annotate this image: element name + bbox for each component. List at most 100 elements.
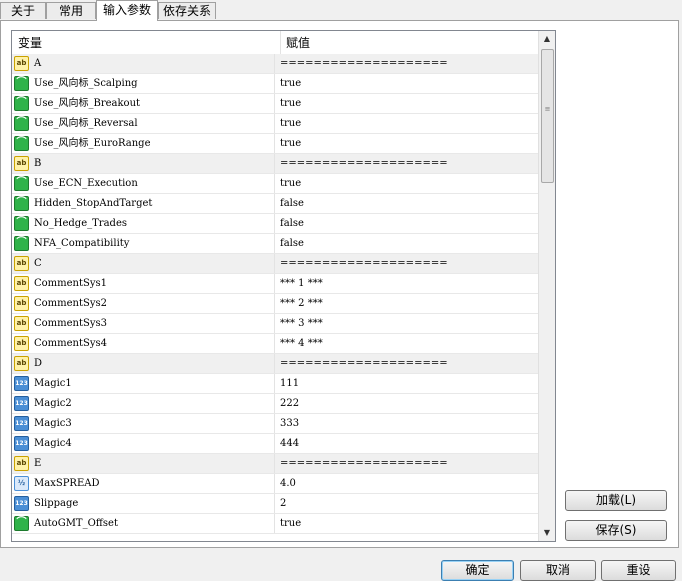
parameters-grid: 变量 赋值 ab A ==================== ⌒ Use_风向标_Sc…: [11, 30, 556, 542]
table-row[interactable]: ⌒ No_Hedge_Trades false: [12, 214, 539, 234]
parameter-name: CommentSys4: [34, 338, 108, 349]
table-row[interactable]: ⌒ Use_风向标_Breakout true: [12, 94, 539, 114]
table-row[interactable]: ab B ====================: [12, 154, 539, 174]
parameter-value[interactable]: 444: [274, 434, 535, 453]
parameter-name: Use_风向标_EuroRange: [34, 138, 151, 149]
scrollbar-thumb[interactable]: ≡: [541, 49, 554, 183]
parameter-value[interactable]: 111: [274, 374, 535, 393]
parameter-value[interactable]: 4.0: [274, 474, 535, 493]
parameter-name: E: [34, 458, 42, 469]
parameter-value[interactable]: 222: [274, 394, 535, 413]
string-type-icon: ab: [14, 156, 29, 171]
int-type-icon: 123: [14, 416, 29, 431]
tab-inputs[interactable]: 输入参数: [96, 0, 158, 21]
table-row[interactable]: 123 Magic4 444: [12, 434, 539, 454]
load-button[interactable]: 加载(L): [565, 490, 667, 511]
string-type-icon: ab: [14, 296, 29, 311]
column-header-value[interactable]: 赋值: [280, 31, 310, 54]
string-type-icon: ab: [14, 56, 29, 71]
table-row[interactable]: ⌒ Use_风向标_Scalping true: [12, 74, 539, 94]
parameter-value[interactable]: true: [274, 94, 535, 113]
save-button[interactable]: 保存(S): [565, 520, 667, 541]
parameter-value[interactable]: 333: [274, 414, 535, 433]
parameter-value[interactable]: false: [274, 194, 535, 213]
parameter-value[interactable]: true: [274, 134, 535, 153]
table-row[interactable]: ab CommentSys3 *** 3 ***: [12, 314, 539, 334]
tab-common[interactable]: 常用: [46, 2, 96, 19]
parameter-name: Magic1: [34, 378, 72, 389]
parameter-name: Magic3: [34, 418, 72, 429]
bool-type-icon: ⌒: [14, 196, 29, 211]
table-row[interactable]: ab CommentSys2 *** 2 ***: [12, 294, 539, 314]
bool-type-icon: ⌒: [14, 76, 29, 91]
parameter-value[interactable]: ====================: [274, 354, 535, 373]
grip-icon: ≡: [544, 105, 551, 113]
bool-type-icon: ⌒: [14, 96, 29, 111]
bool-type-icon: ⌒: [14, 176, 29, 191]
parameter-name: Magic4: [34, 438, 72, 449]
table-row[interactable]: ⌒ Use_风向标_EuroRange true: [12, 134, 539, 154]
parameter-name: Use_风向标_Scalping: [34, 78, 138, 89]
table-row[interactable]: ab D ====================: [12, 354, 539, 374]
table-row[interactable]: ab CommentSys1 *** 1 ***: [12, 274, 539, 294]
scroll-down-icon[interactable]: ▼: [539, 525, 555, 541]
ok-button[interactable]: 确定: [441, 560, 514, 581]
table-row[interactable]: ⌒ Hidden_StopAndTarget false: [12, 194, 539, 214]
parameter-name: CommentSys2: [34, 298, 108, 309]
parameter-value[interactable]: 2: [274, 494, 535, 513]
cancel-button[interactable]: 取消: [520, 560, 596, 581]
table-row[interactable]: ⌒ Use_风向标_Reversal true: [12, 114, 539, 134]
parameter-value[interactable]: *** 2 ***: [274, 294, 535, 313]
bool-type-icon: ⌒: [14, 116, 29, 131]
parameter-name: Magic2: [34, 398, 72, 409]
grid-rows: ab A ==================== ⌒ Use_风向标_Scalping…: [12, 54, 539, 534]
tab-dependencies[interactable]: 依存关系: [158, 2, 216, 19]
string-type-icon: ab: [14, 356, 29, 371]
table-row[interactable]: ab A ====================: [12, 54, 539, 74]
parameter-value[interactable]: ====================: [274, 154, 535, 173]
parameter-value[interactable]: true: [274, 514, 535, 533]
table-row[interactable]: ab CommentSys4 *** 4 ***: [12, 334, 539, 354]
table-row[interactable]: 123 Slippage 2: [12, 494, 539, 514]
table-row[interactable]: ⌒ NFA_Compatibility false: [12, 234, 539, 254]
parameter-value[interactable]: ====================: [274, 254, 535, 273]
reset-button[interactable]: 重设: [601, 560, 676, 581]
parameter-value[interactable]: *** 3 ***: [274, 314, 535, 333]
tab-about[interactable]: 关于: [0, 2, 46, 19]
parameter-value[interactable]: false: [274, 234, 535, 253]
table-row[interactable]: 123 Magic1 111: [12, 374, 539, 394]
parameter-name: AutoGMT_Offset: [34, 518, 118, 529]
parameter-value[interactable]: ====================: [274, 54, 535, 73]
int-type-icon: 123: [14, 436, 29, 451]
vertical-scrollbar[interactable]: ▲ ≡ ▼: [538, 31, 555, 541]
parameter-value[interactable]: true: [274, 74, 535, 93]
scroll-up-icon[interactable]: ▲: [539, 31, 555, 47]
table-row[interactable]: ⌒ Use_ECN_Execution true: [12, 174, 539, 194]
parameter-value[interactable]: true: [274, 174, 535, 193]
table-row[interactable]: ab C ====================: [12, 254, 539, 274]
parameter-name: CommentSys3: [34, 318, 108, 329]
table-row[interactable]: ½ MaxSPREAD 4.0: [12, 474, 539, 494]
parameter-name: MaxSPREAD: [34, 478, 100, 489]
parameter-name: Slippage: [34, 498, 79, 509]
parameter-name: Use_ECN_Execution: [34, 178, 138, 189]
table-row[interactable]: 123 Magic3 333: [12, 414, 539, 434]
parameter-value[interactable]: ====================: [274, 454, 535, 473]
column-header-variable[interactable]: 变量: [18, 31, 42, 54]
parameter-name: Use_风向标_Breakout: [34, 98, 141, 109]
parameter-value[interactable]: true: [274, 114, 535, 133]
bool-type-icon: ⌒: [14, 236, 29, 251]
table-row[interactable]: ⌒ AutoGMT_Offset true: [12, 514, 539, 534]
table-row[interactable]: ab E ====================: [12, 454, 539, 474]
bool-type-icon: ⌒: [14, 216, 29, 231]
parameter-name: D: [34, 358, 43, 369]
parameter-value[interactable]: false: [274, 214, 535, 233]
parameter-value[interactable]: *** 4 ***: [274, 334, 535, 353]
parameter-name: NFA_Compatibility: [34, 238, 130, 249]
parameter-name: B: [34, 158, 42, 169]
double-type-icon: ½: [14, 476, 29, 491]
int-type-icon: 123: [14, 496, 29, 511]
table-row[interactable]: 123 Magic2 222: [12, 394, 539, 414]
grid-header: 变量 赋值: [12, 31, 539, 55]
parameter-value[interactable]: *** 1 ***: [274, 274, 535, 293]
